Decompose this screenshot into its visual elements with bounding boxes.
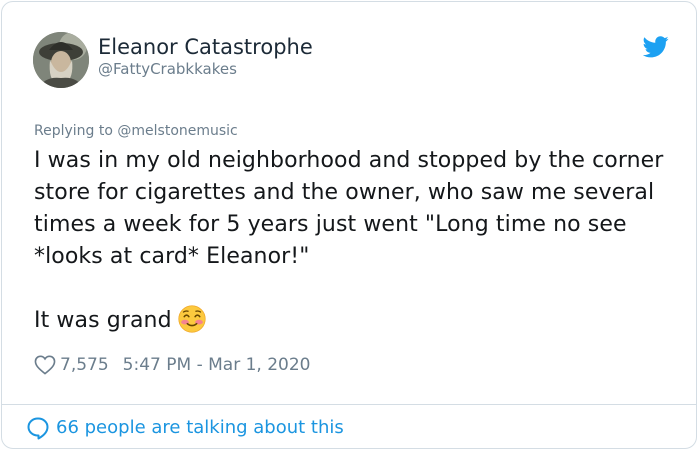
tweet-card: Eleanor Catastrophe @FattyCrabkkakes Rep… xyxy=(1,1,697,449)
like-count[interactable]: 7,575 xyxy=(60,354,109,376)
heart-icon[interactable] xyxy=(34,355,56,375)
mention-link[interactable]: @melstonemusic xyxy=(117,123,237,139)
twitter-bird-icon[interactable] xyxy=(643,36,669,58)
replying-to: Replying to @melstonemusic xyxy=(34,122,238,140)
tweet-meta: 7,575 5:47 PM - Mar 1, 2020 xyxy=(34,354,310,376)
smiling-face-with-blush-icon xyxy=(178,305,206,333)
tweet-paragraph-2-text: It was grand xyxy=(34,308,172,333)
replying-prefix: Replying to xyxy=(34,123,113,139)
avatar[interactable] xyxy=(33,32,89,88)
avatar-image xyxy=(33,32,89,88)
talking-count[interactable]: 66 people are talking about this xyxy=(56,416,344,440)
speech-bubble-icon xyxy=(27,417,49,440)
conversation-link[interactable]: 66 people are talking about this xyxy=(26,416,344,440)
tweet-paragraph-2: It was grand xyxy=(34,305,684,337)
timestamp[interactable]: 5:47 PM - Mar 1, 2020 xyxy=(123,354,311,376)
tweet-text: I was in my old neighborhood and stopped… xyxy=(34,145,684,337)
tweet-paragraph-1: I was in my old neighborhood and stopped… xyxy=(34,148,664,269)
divider xyxy=(2,404,696,405)
author-handle[interactable]: @FattyCrabkkakes xyxy=(98,60,237,78)
author-name[interactable]: Eleanor Catastrophe xyxy=(98,34,313,60)
